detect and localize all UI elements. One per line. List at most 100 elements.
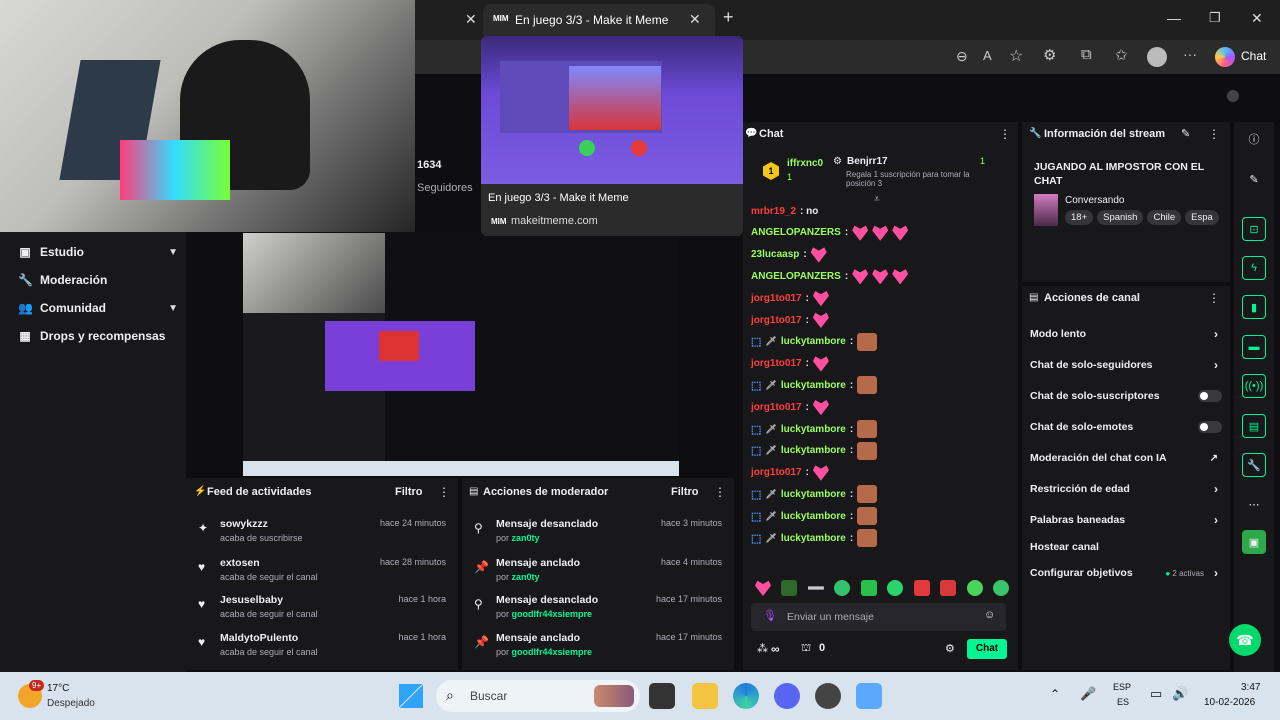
broadcast-icon[interactable]: ((•))	[1242, 374, 1266, 398]
chat-message[interactable]: jorg1to017:	[751, 355, 829, 373]
profile-avatar[interactable]	[1147, 47, 1167, 67]
chat-username[interactable]: jorg1to017	[751, 293, 802, 304]
emote-leaf[interactable]	[781, 580, 798, 596]
server-icon[interactable]: ▤	[1242, 414, 1266, 438]
tray-chevron-up-icon[interactable]: ⌃	[1050, 687, 1060, 701]
chat-username[interactable]: mrbr19_2	[751, 206, 796, 217]
emote-bone[interactable]	[807, 586, 824, 590]
mod-user[interactable]: goodlfr44xsiempre	[512, 647, 593, 657]
activity-user[interactable]: extosen	[220, 557, 260, 569]
discord-icon[interactable]	[774, 683, 800, 709]
extensions-icon[interactable]: ⚙	[1043, 46, 1056, 64]
chat-message[interactable]: ⬚ 🗡 luckytambore:	[751, 441, 878, 460]
zoom-icon[interactable]: ⊖	[956, 48, 968, 65]
emote-cup[interactable]	[860, 580, 877, 596]
close-tab-icon[interactable]: ✕	[465, 11, 477, 28]
chat-username[interactable]: ANGELOPANZERS	[751, 227, 841, 238]
microphone-icon[interactable]: 🎙	[763, 609, 777, 622]
nav-item-estudio[interactable]: ▣ Estudio ▼	[18, 245, 178, 259]
chat-message[interactable]: ⬚ 🗡 luckytambore:	[751, 376, 878, 395]
mod-user[interactable]: zan0ty	[512, 533, 540, 543]
edge-browser-icon[interactable]	[733, 683, 759, 709]
activity-user[interactable]: sowykzzz	[220, 518, 268, 530]
share-icon[interactable]: ⋯	[1242, 492, 1266, 516]
favorites-icon[interactable]: ✩	[1115, 46, 1128, 64]
more-options-icon[interactable]: ⋮	[714, 485, 726, 499]
new-tab-icon[interactable]: +	[723, 7, 734, 28]
more-options-icon[interactable]: ⋮	[999, 127, 1011, 141]
nav-item-moderacion[interactable]: 🔧 Moderación	[18, 273, 107, 287]
chat-message[interactable]: ⬚ 🗡 luckytambore:	[751, 420, 878, 438]
favorite-star-icon[interactable]: ☆	[1009, 46, 1023, 66]
chat-username[interactable]: luckytambore	[781, 533, 846, 544]
chat-username[interactable]: luckytambore	[781, 380, 846, 391]
language-primary[interactable]: ESP	[1113, 682, 1131, 692]
app-icon[interactable]: ▣	[1242, 530, 1266, 554]
chat-message[interactable]: 23lucaasp:	[751, 246, 827, 264]
chat-username[interactable]: luckytambore	[781, 511, 846, 522]
action-banned-words[interactable]: Palabras baneadas ›	[1030, 510, 1222, 530]
stream-preview[interactable]	[243, 233, 679, 476]
obs-icon[interactable]	[815, 683, 841, 709]
nav-item-comunidad[interactable]: 👥 Comunidad ▼	[18, 301, 178, 315]
chat-message[interactable]: jorg1to017:	[751, 464, 829, 482]
chat-message[interactable]: jorg1to017:	[751, 398, 829, 416]
send-chat-button[interactable]: Chat	[967, 639, 1007, 659]
chat-username[interactable]: luckytambore	[781, 445, 846, 456]
language-secondary[interactable]: ES	[1117, 697, 1129, 707]
chat-username[interactable]: luckytambore	[781, 489, 846, 500]
emote-face-red[interactable]	[913, 580, 930, 596]
help-button-icon[interactable]: ☎	[1229, 624, 1261, 656]
microphone-icon[interactable]: 🎤	[1080, 686, 1096, 702]
chat-username[interactable]: jorg1to017	[751, 358, 802, 369]
emote-face-box[interactable]	[940, 580, 957, 596]
action-goals[interactable]: Configurar objetivos ● 2 activas ›	[1030, 563, 1222, 583]
emote-blob[interactable]	[887, 580, 904, 596]
file-explorer-icon[interactable]	[692, 683, 718, 709]
tag-pill[interactable]: Chile	[1147, 210, 1182, 225]
minimize-icon[interactable]: —	[1167, 10, 1181, 26]
emote-only-toggle[interactable]	[1198, 421, 1222, 433]
tag-pill[interactable]: Espa	[1185, 210, 1219, 225]
lightning-icon[interactable]: ϟ	[1242, 256, 1266, 280]
chat-button[interactable]: Chat	[1241, 49, 1266, 63]
chat-message[interactable]: ⬚ 🗡 luckytambore:	[751, 507, 878, 526]
active-tab[interactable]: MIM En juego 3/3 - Make it Meme ✕	[483, 4, 715, 36]
chat-username[interactable]: jorg1to017	[751, 402, 802, 413]
chat-message[interactable]: ANGELOPANZERS:	[751, 267, 909, 285]
more-options-icon[interactable]: ⋮	[1208, 291, 1220, 305]
chat-message[interactable]: ANGELOPANZERS:	[751, 224, 909, 242]
clock-time[interactable]: 3:47	[1241, 682, 1260, 693]
mod-user[interactable]: goodlfr44xsiempre	[512, 609, 593, 619]
edit-icon[interactable]: ✎	[1181, 127, 1190, 140]
mod-filter-button[interactable]: Filtro	[671, 486, 699, 498]
chat-message[interactable]: jorg1to017:	[751, 311, 829, 329]
subs-only-toggle[interactable]	[1198, 390, 1222, 402]
chat-username[interactable]: 23lucaasp	[751, 249, 799, 260]
chat-input-box[interactable]: 🎙 Enviar un mensaje ☺	[751, 603, 1006, 631]
action-age-restriction[interactable]: Restricción de edad ›	[1030, 479, 1222, 499]
tag-pill[interactable]: Spanish	[1097, 210, 1144, 225]
close-tab-icon[interactable]: ✕	[689, 11, 701, 28]
close-window-icon[interactable]: ✕	[1251, 10, 1263, 27]
chat-message[interactable]: ⬚ 🗡 luckytambore:	[751, 529, 878, 547]
emote-ball[interactable]	[834, 580, 851, 596]
note-icon[interactable]: ▮	[1242, 295, 1266, 319]
action-ai-moderation[interactable]: Moderación del chat con IA ↗	[1030, 448, 1222, 468]
chat-username[interactable]: ANGELOPANZERS	[751, 271, 841, 282]
chat-username[interactable]: luckytambore	[781, 424, 846, 435]
display-icon[interactable]: ▭	[1150, 686, 1162, 702]
clip-icon[interactable]: ⊡	[1242, 217, 1266, 241]
gifter-name[interactable]: iffrxnc0	[787, 158, 823, 169]
activity-user[interactable]: Jesuselbaby	[220, 594, 283, 606]
split-screen-icon[interactable]: ⧉	[1081, 46, 1092, 63]
task-view-icon[interactable]	[649, 683, 675, 709]
chat-bubble-icon[interactable]: ▬	[1242, 335, 1266, 359]
chat-message-list[interactable]: mrbr19_2: no ANGELOPANZERS:23lucaasp: ANGE…	[743, 202, 1018, 572]
read-aloud-icon[interactable]: A	[983, 48, 992, 63]
chat-message[interactable]: jorg1to017:	[751, 289, 829, 307]
emote-globe[interactable]	[992, 580, 1009, 596]
wrench-icon[interactable]: 🔧	[1242, 453, 1266, 477]
activity-user[interactable]: MaldytoPulento	[220, 632, 298, 644]
taskbar-search[interactable]: ⌕ Buscar	[436, 680, 640, 712]
